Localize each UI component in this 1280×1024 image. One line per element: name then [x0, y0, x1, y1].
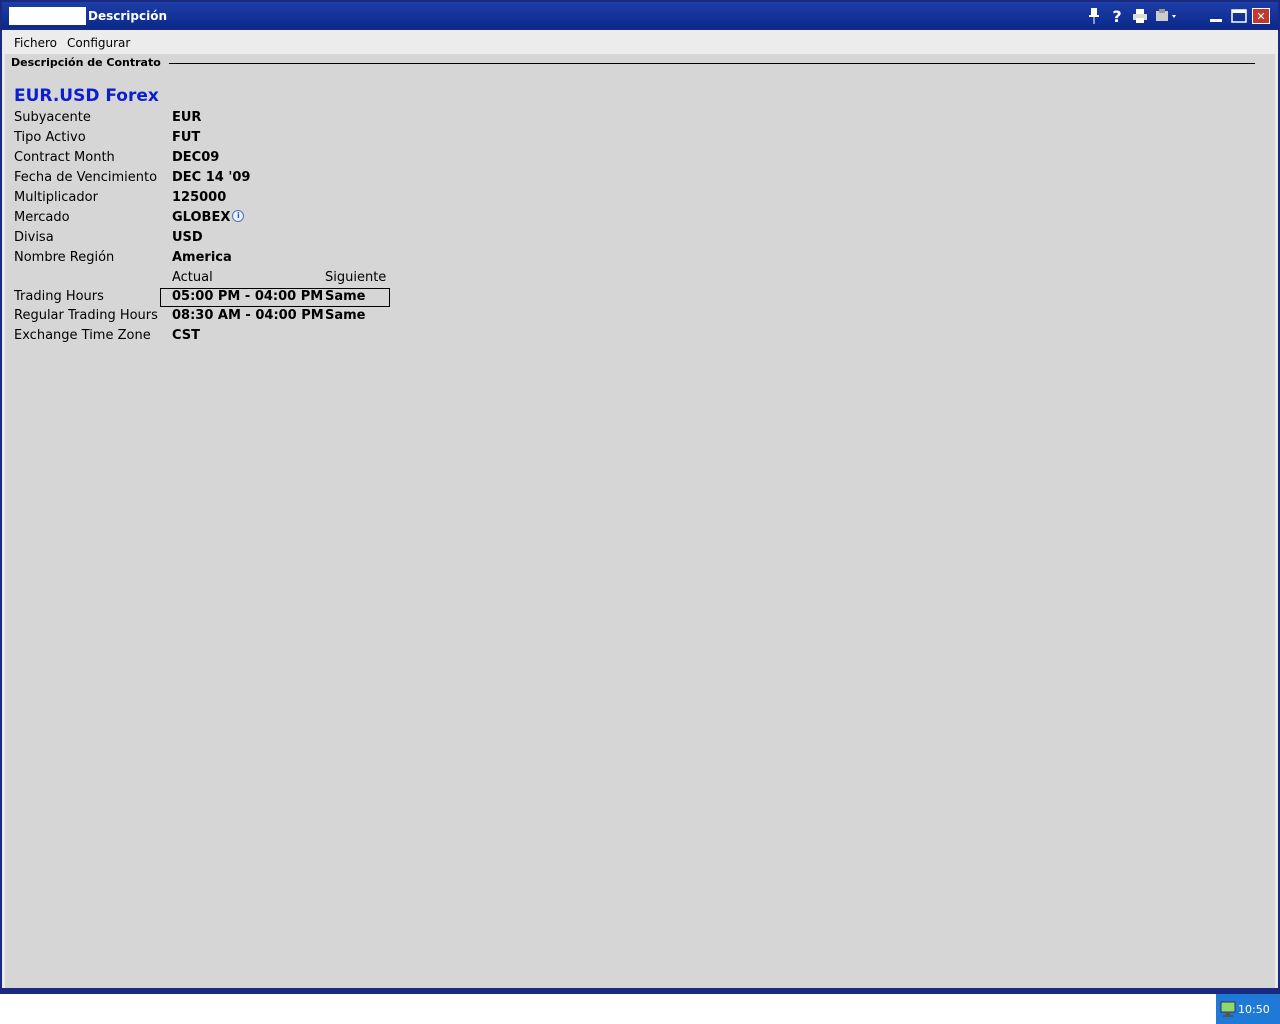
menu-fichero[interactable]: Fichero [14, 36, 57, 50]
title-blank-field [9, 7, 86, 25]
window-title: Descripción [88, 9, 167, 23]
region-value: America [172, 250, 232, 265]
time-zone-value: CST [172, 328, 201, 343]
taskbar: 10:50 [0, 994, 1280, 1024]
minimize-icon[interactable] [1206, 7, 1226, 25]
info-icon[interactable]: i [232, 210, 245, 222]
col-next-header: Siguiente [325, 270, 387, 285]
contract-month-label: Contract Month [14, 150, 115, 165]
print-icon[interactable] [1130, 7, 1150, 25]
regular-hours-label: Regular Trading Hours [14, 308, 158, 323]
section-title: Descripción de Contrato [11, 56, 169, 69]
close-icon[interactable]: ✕ [1252, 8, 1270, 24]
window: Descripción ? ✕ Fichero Configurar Descr… [0, 0, 1280, 994]
multiplier-label: Multiplicador [14, 190, 98, 205]
contract-month-value: DEC09 [172, 150, 220, 165]
market-value: GLOBEX [172, 210, 231, 225]
title-icons: ? ✕ [1081, 7, 1270, 26]
region-label: Nombre Región [14, 250, 115, 265]
regular-hours-next: Same [325, 308, 366, 323]
col-current-header: Actual [172, 270, 213, 285]
contract-title: EUR.USD Forex [14, 86, 159, 106]
regular-hours-current: 08:30 AM - 04:00 PM [172, 308, 324, 323]
currency-label: Divisa [14, 230, 54, 245]
tools-dropdown-icon[interactable] [1153, 7, 1179, 25]
contract-description-panel: Descripción de Contrato EUR.USD Forex Su… [2, 54, 1278, 988]
menu-bar: Fichero Configurar [2, 30, 1278, 54]
trading-hours-current: 05:00 PM - 04:00 PM [172, 289, 324, 304]
title-bar: Descripción ? ✕ [2, 2, 1278, 28]
trading-hours-label: Trading Hours [14, 289, 104, 304]
time-zone-label: Exchange Time Zone [14, 328, 151, 343]
asset-type-label: Tipo Activo [14, 130, 86, 145]
menu-configurar[interactable]: Configurar [67, 36, 130, 50]
expiry-value: DEC 14 '09 [172, 170, 251, 185]
system-tray: 10:50 [1216, 994, 1280, 1024]
underlying-label: Subyacente [14, 110, 91, 125]
multiplier-value: 125000 [172, 190, 227, 205]
network-icon[interactable] [1220, 1001, 1236, 1020]
expiry-label: Fecha de Vencimiento [14, 170, 158, 185]
section-divider [155, 63, 1255, 64]
currency-value: USD [172, 230, 203, 245]
pin-icon[interactable] [1084, 7, 1104, 25]
asset-type-value: FUT [172, 130, 201, 145]
trading-hours-next: Same [325, 289, 366, 304]
market-value-wrap: GLOBEX i [172, 210, 245, 225]
underlying-value: EUR [172, 110, 202, 125]
clock[interactable]: 10:50 [1238, 1003, 1270, 1016]
help-icon[interactable]: ? [1107, 7, 1127, 26]
maximize-icon[interactable] [1229, 7, 1249, 25]
market-label: Mercado [14, 210, 70, 225]
